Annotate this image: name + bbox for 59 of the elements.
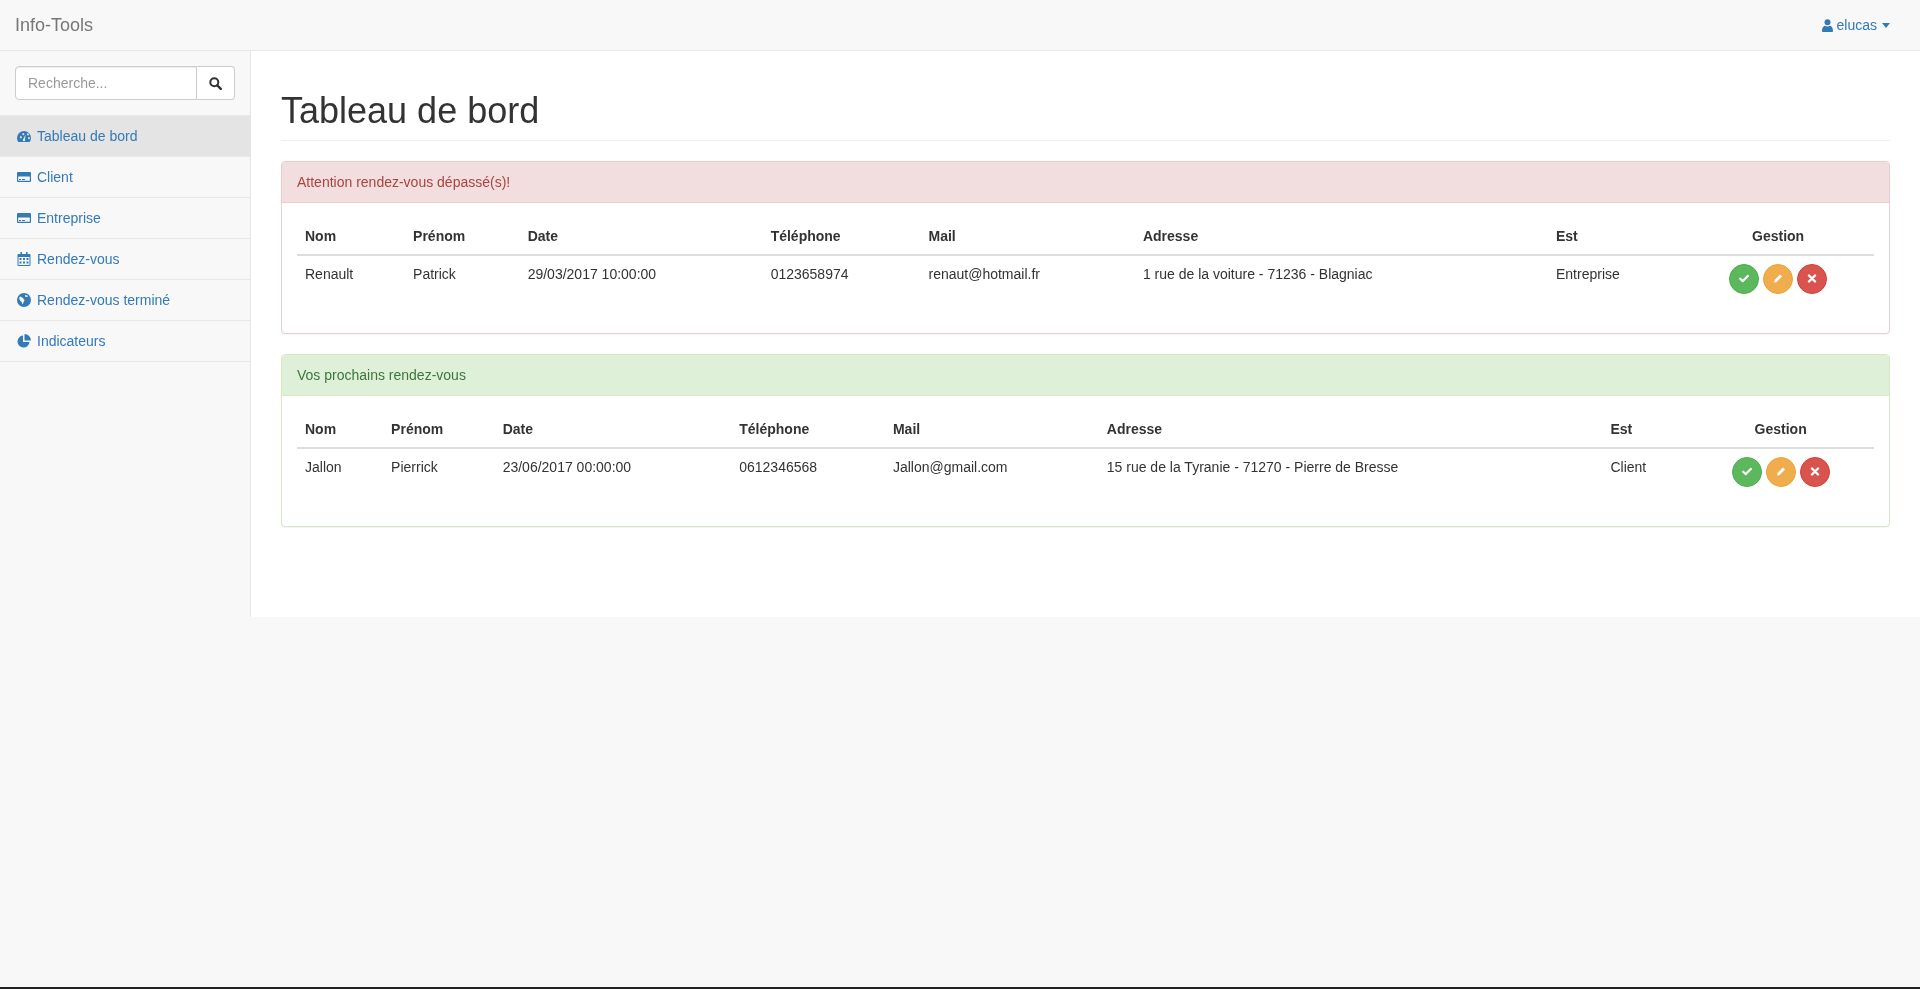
table-cell: 1 rue de la voiture - 71236 - Blagniac bbox=[1134, 254, 1548, 302]
column-header: Adresse bbox=[1098, 410, 1603, 448]
card-icon bbox=[17, 213, 31, 223]
table-cell: 29/03/2017 10:00:00 bbox=[519, 254, 763, 302]
page-title: Tableau de bord bbox=[281, 91, 540, 131]
column-header: Nom bbox=[297, 410, 384, 448]
table-cell: Jallon bbox=[297, 447, 384, 495]
column-header: Adresse bbox=[1134, 217, 1548, 255]
panel-heading: Attention rendez-vous dépassé(s)! bbox=[282, 161, 1889, 203]
check-icon bbox=[1741, 467, 1752, 477]
column-header: Est bbox=[1602, 410, 1688, 448]
search-field[interactable]: Recherche... bbox=[15, 66, 197, 100]
cross-icon bbox=[1809, 467, 1820, 477]
panel-heading: Vos prochains rendez-vous bbox=[282, 354, 1889, 396]
table-cell: 0612346568 bbox=[731, 447, 885, 495]
search-icon bbox=[209, 76, 222, 90]
column-header: Gestion bbox=[1687, 410, 1874, 448]
table-cell: Client bbox=[1602, 447, 1688, 495]
column-header: Date bbox=[519, 217, 763, 255]
table-cell: renaut@hotmail.fr bbox=[920, 254, 1135, 302]
confirm-button[interactable] bbox=[1729, 263, 1760, 294]
gauge-icon bbox=[17, 130, 31, 142]
table-cell: 0123658974 bbox=[762, 254, 921, 302]
edit-button[interactable] bbox=[1765, 456, 1796, 487]
user-menu[interactable]: elucas bbox=[1821, 15, 1890, 35]
pencil-icon bbox=[1773, 274, 1784, 284]
table-cell: 23/06/2017 00:00:00 bbox=[494, 447, 732, 495]
check-icon bbox=[1739, 274, 1750, 284]
column-header: Téléphone bbox=[731, 410, 885, 448]
column-header: Mail bbox=[884, 410, 1099, 448]
table-cell: Pierrick bbox=[383, 447, 495, 495]
table-cell: Entreprise bbox=[1547, 254, 1683, 302]
calendar-icon bbox=[17, 252, 31, 266]
table-cell: 15 rue de la Tyranie - 71270 - Pierre de Bresse bbox=[1098, 447, 1603, 495]
globe-icon bbox=[17, 293, 31, 307]
column-header: Prénom bbox=[383, 410, 495, 448]
cross-icon bbox=[1807, 274, 1818, 284]
column-header: Gestion bbox=[1682, 217, 1874, 255]
edit-button[interactable] bbox=[1763, 263, 1794, 294]
card-icon bbox=[17, 172, 31, 182]
sidebar-item[interactable]: Tableau de bord bbox=[0, 116, 250, 157]
table-cell: Patrick bbox=[405, 254, 520, 302]
table-cell: Renault bbox=[297, 254, 406, 302]
pie-chart-icon bbox=[17, 334, 31, 348]
delete-button[interactable] bbox=[1799, 456, 1830, 487]
column-header: Mail bbox=[920, 217, 1135, 255]
user-icon bbox=[1821, 18, 1833, 32]
brand-link[interactable]: Info-Tools bbox=[15, 15, 94, 35]
column-header: Nom bbox=[297, 217, 406, 255]
column-header: Téléphone bbox=[762, 217, 921, 255]
confirm-button[interactable] bbox=[1731, 456, 1762, 487]
table-cell: Jallon@gmail.com bbox=[884, 447, 1099, 495]
search-button[interactable] bbox=[197, 66, 235, 100]
column-header: Date bbox=[494, 410, 732, 448]
pencil-icon bbox=[1775, 467, 1786, 477]
column-header: Est bbox=[1547, 217, 1683, 255]
caret-icon bbox=[1882, 22, 1890, 28]
delete-button[interactable] bbox=[1797, 263, 1828, 294]
column-header: Prénom bbox=[405, 217, 520, 255]
